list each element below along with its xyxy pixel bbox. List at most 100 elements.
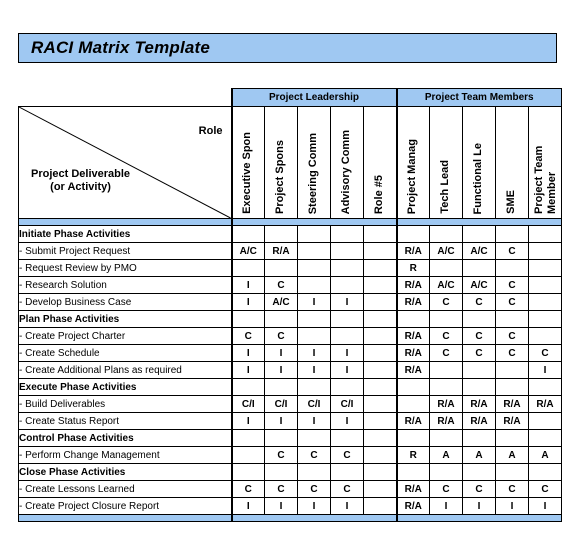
raci-cell[interactable]: I <box>297 344 331 362</box>
raci-cell[interactable] <box>330 378 364 396</box>
raci-cell[interactable] <box>363 412 397 430</box>
raci-cell[interactable]: C <box>264 480 298 498</box>
raci-cell[interactable]: A/C <box>230 242 265 260</box>
raci-cell[interactable] <box>363 276 397 294</box>
raci-cell[interactable] <box>330 310 364 328</box>
raci-cell[interactable] <box>527 242 563 260</box>
raci-cell[interactable] <box>395 429 430 447</box>
raci-cell[interactable]: A/C <box>264 293 298 311</box>
raci-cell[interactable] <box>495 310 529 328</box>
raci-cell[interactable] <box>429 225 463 243</box>
raci-cell[interactable] <box>363 327 397 345</box>
raci-cell[interactable]: C <box>495 327 529 345</box>
raci-cell[interactable]: I <box>330 412 364 430</box>
raci-cell[interactable]: A <box>495 446 529 464</box>
raci-cell[interactable]: A <box>462 446 496 464</box>
raci-cell[interactable] <box>395 395 430 413</box>
raci-cell[interactable] <box>429 259 463 277</box>
raci-cell[interactable] <box>330 259 364 277</box>
raci-cell[interactable] <box>462 463 496 481</box>
raci-cell[interactable]: C <box>264 446 298 464</box>
raci-cell[interactable]: C <box>429 344 463 362</box>
raci-cell[interactable]: C <box>462 344 496 362</box>
raci-cell[interactable] <box>527 378 563 396</box>
raci-cell[interactable] <box>297 242 331 260</box>
raci-cell[interactable]: R/A <box>429 395 463 413</box>
raci-cell[interactable]: C/I <box>230 395 265 413</box>
raci-cell[interactable] <box>363 310 397 328</box>
raci-cell[interactable] <box>495 463 529 481</box>
raci-cell[interactable]: C <box>429 327 463 345</box>
raci-cell[interactable]: R/A <box>495 412 529 430</box>
raci-cell[interactable]: I <box>297 412 331 430</box>
raci-cell[interactable] <box>527 327 563 345</box>
raci-cell[interactable]: I <box>230 361 265 379</box>
raci-cell[interactable]: C <box>230 327 265 345</box>
raci-cell[interactable]: R/A <box>395 242 430 260</box>
raci-cell[interactable] <box>429 463 463 481</box>
raci-cell[interactable]: R/A <box>429 412 463 430</box>
raci-cell[interactable]: R/A <box>462 412 496 430</box>
raci-cell[interactable]: A/C <box>462 242 496 260</box>
raci-cell[interactable] <box>363 361 397 379</box>
raci-cell[interactable]: I <box>230 497 265 515</box>
raci-cell[interactable] <box>527 225 563 243</box>
raci-cell[interactable] <box>297 463 331 481</box>
raci-cell[interactable]: C <box>462 480 496 498</box>
raci-cell[interactable] <box>363 480 397 498</box>
raci-cell[interactable]: R/A <box>462 395 496 413</box>
raci-cell[interactable]: R/A <box>395 412 430 430</box>
raci-cell[interactable]: I <box>230 412 265 430</box>
raci-cell[interactable]: I <box>527 361 563 379</box>
raci-cell[interactable] <box>330 327 364 345</box>
raci-cell[interactable] <box>527 412 563 430</box>
raci-cell[interactable] <box>264 310 298 328</box>
raci-cell[interactable] <box>363 259 397 277</box>
raci-cell[interactable]: R/A <box>395 276 430 294</box>
raci-cell[interactable] <box>429 361 463 379</box>
raci-cell[interactable]: C <box>330 480 364 498</box>
raci-cell[interactable] <box>527 463 563 481</box>
raci-cell[interactable] <box>462 361 496 379</box>
raci-cell[interactable]: I <box>297 361 331 379</box>
raci-cell[interactable]: R/A <box>395 497 430 515</box>
raci-cell[interactable]: C <box>462 327 496 345</box>
raci-cell[interactable]: R/A <box>395 293 430 311</box>
raci-cell[interactable]: A <box>429 446 463 464</box>
raci-cell[interactable]: R/A <box>264 242 298 260</box>
raci-cell[interactable] <box>395 310 430 328</box>
raci-cell[interactable] <box>297 225 331 243</box>
raci-cell[interactable]: I <box>330 293 364 311</box>
raci-cell[interactable] <box>429 429 463 447</box>
raci-cell[interactable]: A <box>527 446 563 464</box>
raci-cell[interactable]: I <box>527 497 563 515</box>
raci-cell[interactable]: I <box>264 344 298 362</box>
raci-cell[interactable]: C <box>495 480 529 498</box>
raci-cell[interactable] <box>330 463 364 481</box>
raci-cell[interactable]: I <box>230 293 265 311</box>
raci-cell[interactable]: C <box>495 276 529 294</box>
raci-cell[interactable]: I <box>330 344 364 362</box>
raci-cell[interactable]: I <box>264 497 298 515</box>
raci-cell[interactable]: R <box>395 259 430 277</box>
raci-cell[interactable] <box>297 327 331 345</box>
raci-cell[interactable]: A/C <box>429 242 463 260</box>
raci-cell[interactable]: C <box>330 446 364 464</box>
raci-cell[interactable] <box>395 463 430 481</box>
raci-cell[interactable] <box>363 395 397 413</box>
raci-cell[interactable]: R <box>395 446 430 464</box>
raci-cell[interactable] <box>297 276 331 294</box>
raci-cell[interactable] <box>264 225 298 243</box>
raci-cell[interactable] <box>363 463 397 481</box>
raci-cell[interactable] <box>330 225 364 243</box>
raci-cell[interactable] <box>264 259 298 277</box>
raci-cell[interactable] <box>230 463 265 481</box>
raci-cell[interactable] <box>527 259 563 277</box>
raci-cell[interactable]: C <box>527 344 563 362</box>
raci-cell[interactable] <box>230 446 265 464</box>
raci-cell[interactable]: C <box>264 327 298 345</box>
raci-cell[interactable]: C <box>230 480 265 498</box>
raci-cell[interactable]: C <box>297 480 331 498</box>
raci-cell[interactable] <box>495 429 529 447</box>
raci-cell[interactable] <box>264 378 298 396</box>
